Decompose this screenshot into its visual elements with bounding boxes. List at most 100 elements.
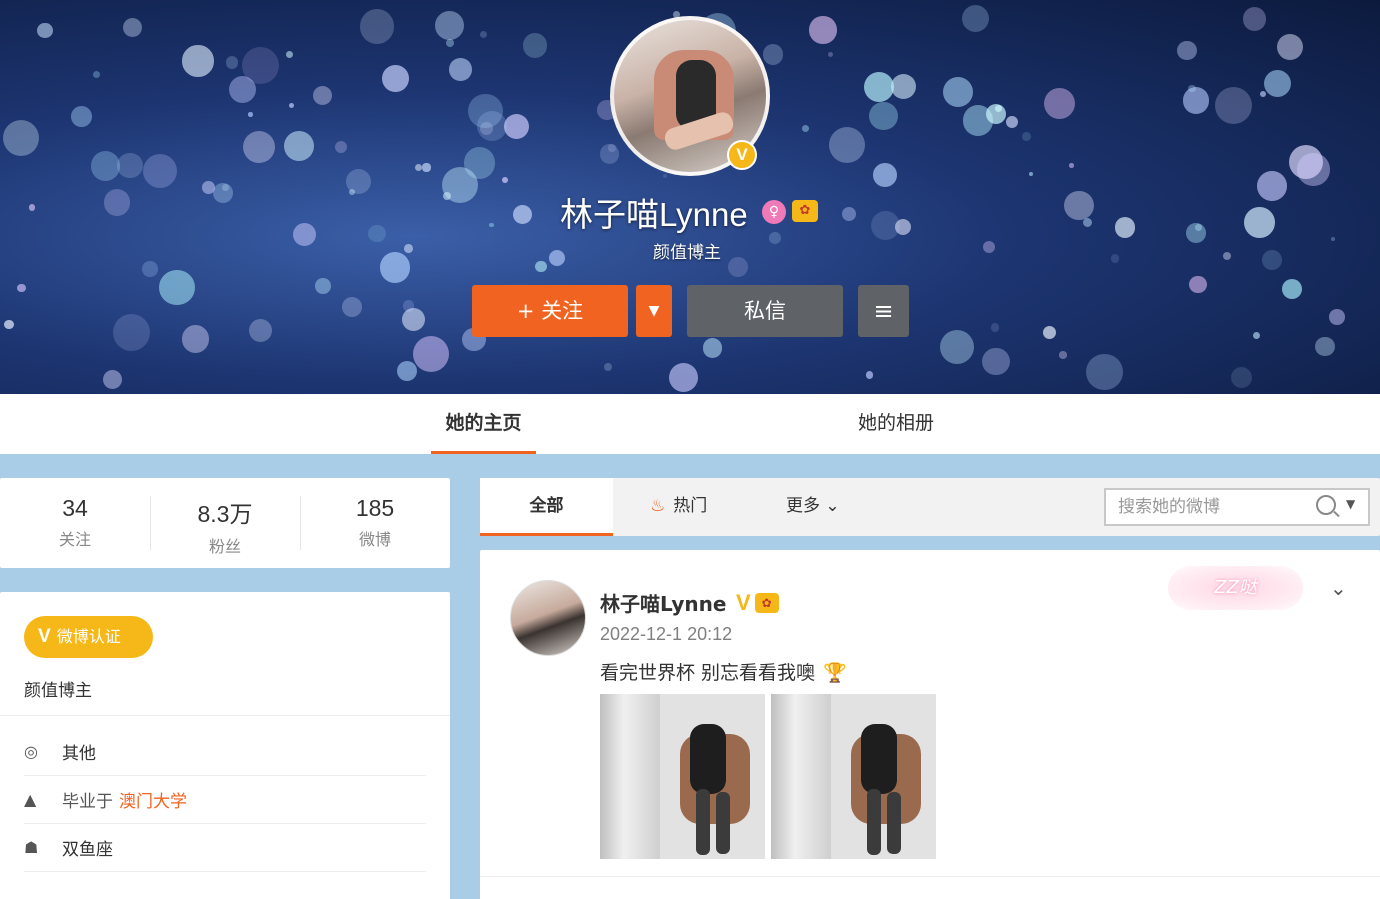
post-author-name[interactable]: 林子喵Lynne	[600, 588, 726, 617]
cover-bokeh-light	[92, 70, 100, 78]
cover-bokeh-light	[226, 56, 239, 69]
cover-bokeh-light	[312, 85, 333, 106]
search-icon[interactable]	[1316, 495, 1336, 515]
cover-bokeh-light	[890, 73, 917, 100]
cover-bokeh-light	[142, 153, 178, 189]
cover-bokeh-light	[17, 283, 26, 293]
birthday-cake-icon: ☗	[24, 838, 39, 857]
follow-button[interactable]: + 关注	[472, 285, 628, 337]
info-education: ▲ 毕业于 澳门大学	[24, 776, 426, 824]
feed-tab-more[interactable]: 更多 ⌄	[786, 478, 840, 536]
search-dropdown-icon[interactable]: ▼	[1346, 497, 1355, 511]
gift-badge-icon[interactable]: ✿	[792, 200, 818, 222]
stat-following[interactable]: 34 关注	[0, 478, 150, 568]
cover-bokeh-light	[37, 23, 53, 39]
stat-fans[interactable]: 8.3万 粉丝	[150, 478, 300, 568]
stat-posts-count: 185	[355, 495, 395, 521]
education-school-link[interactable]: 澳门大学	[119, 787, 187, 812]
cover-bokeh-light	[346, 169, 372, 195]
weibo-verified-badge[interactable]: V 微博认证	[24, 616, 153, 658]
cover-bokeh-light	[769, 232, 781, 244]
feed-tab-hot[interactable]: ♨ 热门	[650, 478, 707, 536]
cover-bokeh-light	[982, 240, 995, 253]
more-menu-button[interactable]: ≡	[858, 285, 909, 337]
cover-bokeh-light	[1282, 278, 1303, 299]
cover-bokeh-light	[872, 163, 897, 187]
cover-bokeh-light	[828, 126, 866, 164]
stat-posts-label: 微博	[358, 530, 391, 549]
education-prefix: 毕业于	[62, 792, 113, 812]
post-image[interactable]	[771, 694, 936, 859]
post-action-bar	[480, 876, 1380, 877]
post-search-input[interactable]	[1106, 490, 1306, 524]
post-search-box: ▼	[1104, 488, 1370, 526]
cover-bokeh-light	[512, 205, 532, 225]
stat-fans-label: 粉丝	[208, 537, 241, 556]
cover-bokeh-light	[1329, 309, 1346, 326]
cover-bokeh-light	[866, 371, 874, 379]
feed-tab-all[interactable]: 全部	[480, 478, 613, 536]
cover-bokeh-light	[248, 111, 254, 117]
profile-subtitle: 颜值博主	[653, 243, 721, 263]
follow-dropdown-button[interactable]: ▼	[636, 285, 672, 337]
cover-bokeh-light	[1082, 217, 1093, 228]
feed-tab-hot-label: 热门	[673, 496, 708, 516]
cover-bokeh-light	[1259, 90, 1267, 98]
cover-bokeh-light	[535, 260, 547, 272]
chevron-down-icon: ⌄	[825, 496, 840, 516]
cover-bokeh-light	[762, 43, 784, 65]
cover-bokeh-light	[1244, 207, 1275, 238]
post-author-avatar[interactable]	[510, 580, 586, 656]
stats-card: 34 关注 8.3万 粉丝 185 微博	[0, 478, 450, 568]
cover-bokeh-light	[415, 164, 423, 172]
post-timestamp[interactable]: 2022-12-1 20:12	[600, 624, 732, 645]
cover-bokeh-light	[662, 174, 667, 179]
tab-home[interactable]: 她的主页	[431, 394, 536, 454]
cover-bokeh-light	[122, 18, 142, 38]
cover-bokeh-light	[599, 143, 620, 164]
cover-bokeh-light	[479, 31, 487, 39]
post-card: 林子喵Lynne V ✿ 2022-12-1 20:12 看完世界杯 别忘看看我…	[480, 550, 1380, 899]
stat-posts[interactable]: 185 微博	[300, 478, 450, 568]
cover-bokeh-light	[1059, 351, 1067, 359]
info-location: ◎ 其他	[24, 728, 426, 776]
message-button[interactable]: 私信	[687, 285, 843, 337]
tab-album[interactable]: 她的相册	[840, 394, 952, 454]
cover-bokeh-light	[504, 113, 530, 139]
verified-v-icon: V	[38, 626, 51, 647]
cover-bokeh-light	[142, 261, 159, 277]
cover-bokeh-light	[2, 119, 39, 157]
cover-bokeh-light	[401, 307, 425, 331]
gift-badge-icon[interactable]: ✿	[754, 593, 779, 613]
cover-bokeh-light	[1263, 70, 1291, 98]
cover-bokeh-light	[1064, 190, 1094, 221]
post-image[interactable]	[600, 694, 765, 859]
verified-v-icon: V	[736, 590, 751, 615]
feed-tab-more-label: 更多	[786, 496, 820, 516]
cover-bokeh-light	[809, 16, 837, 44]
post-content: 看完世界杯 别忘看看我噢 🏆	[600, 658, 847, 685]
cover-bokeh-light	[202, 181, 215, 194]
cover-bokeh-light	[828, 52, 834, 58]
cover-bokeh-light	[1297, 153, 1330, 186]
profile-tabbar: 她的主页 她的相册	[0, 394, 1380, 454]
cover-bokeh-light	[1022, 132, 1032, 142]
cover-bokeh-light	[28, 204, 36, 211]
stat-following-count: 34	[62, 495, 88, 521]
cover-bokeh-light	[702, 338, 723, 359]
cover-bokeh-light	[982, 348, 1010, 376]
cover-bokeh-light	[104, 189, 131, 216]
flame-icon: ♨	[650, 496, 666, 516]
cover-bokeh-light	[549, 249, 566, 266]
cover-bokeh-light	[315, 278, 331, 295]
post-options-chevron-icon[interactable]: ⌄	[1330, 576, 1347, 600]
cover-bokeh-light	[283, 131, 314, 162]
cover-bokeh-light	[990, 323, 1000, 332]
cover-bokeh-light	[249, 319, 273, 343]
cover-bokeh-light	[1330, 236, 1335, 241]
member-icon[interactable]: ♀	[762, 200, 786, 224]
cover-bokeh-light	[90, 151, 121, 181]
divider	[0, 715, 450, 716]
cover-bokeh-light	[895, 218, 912, 235]
cover-bokeh-light	[501, 177, 508, 184]
